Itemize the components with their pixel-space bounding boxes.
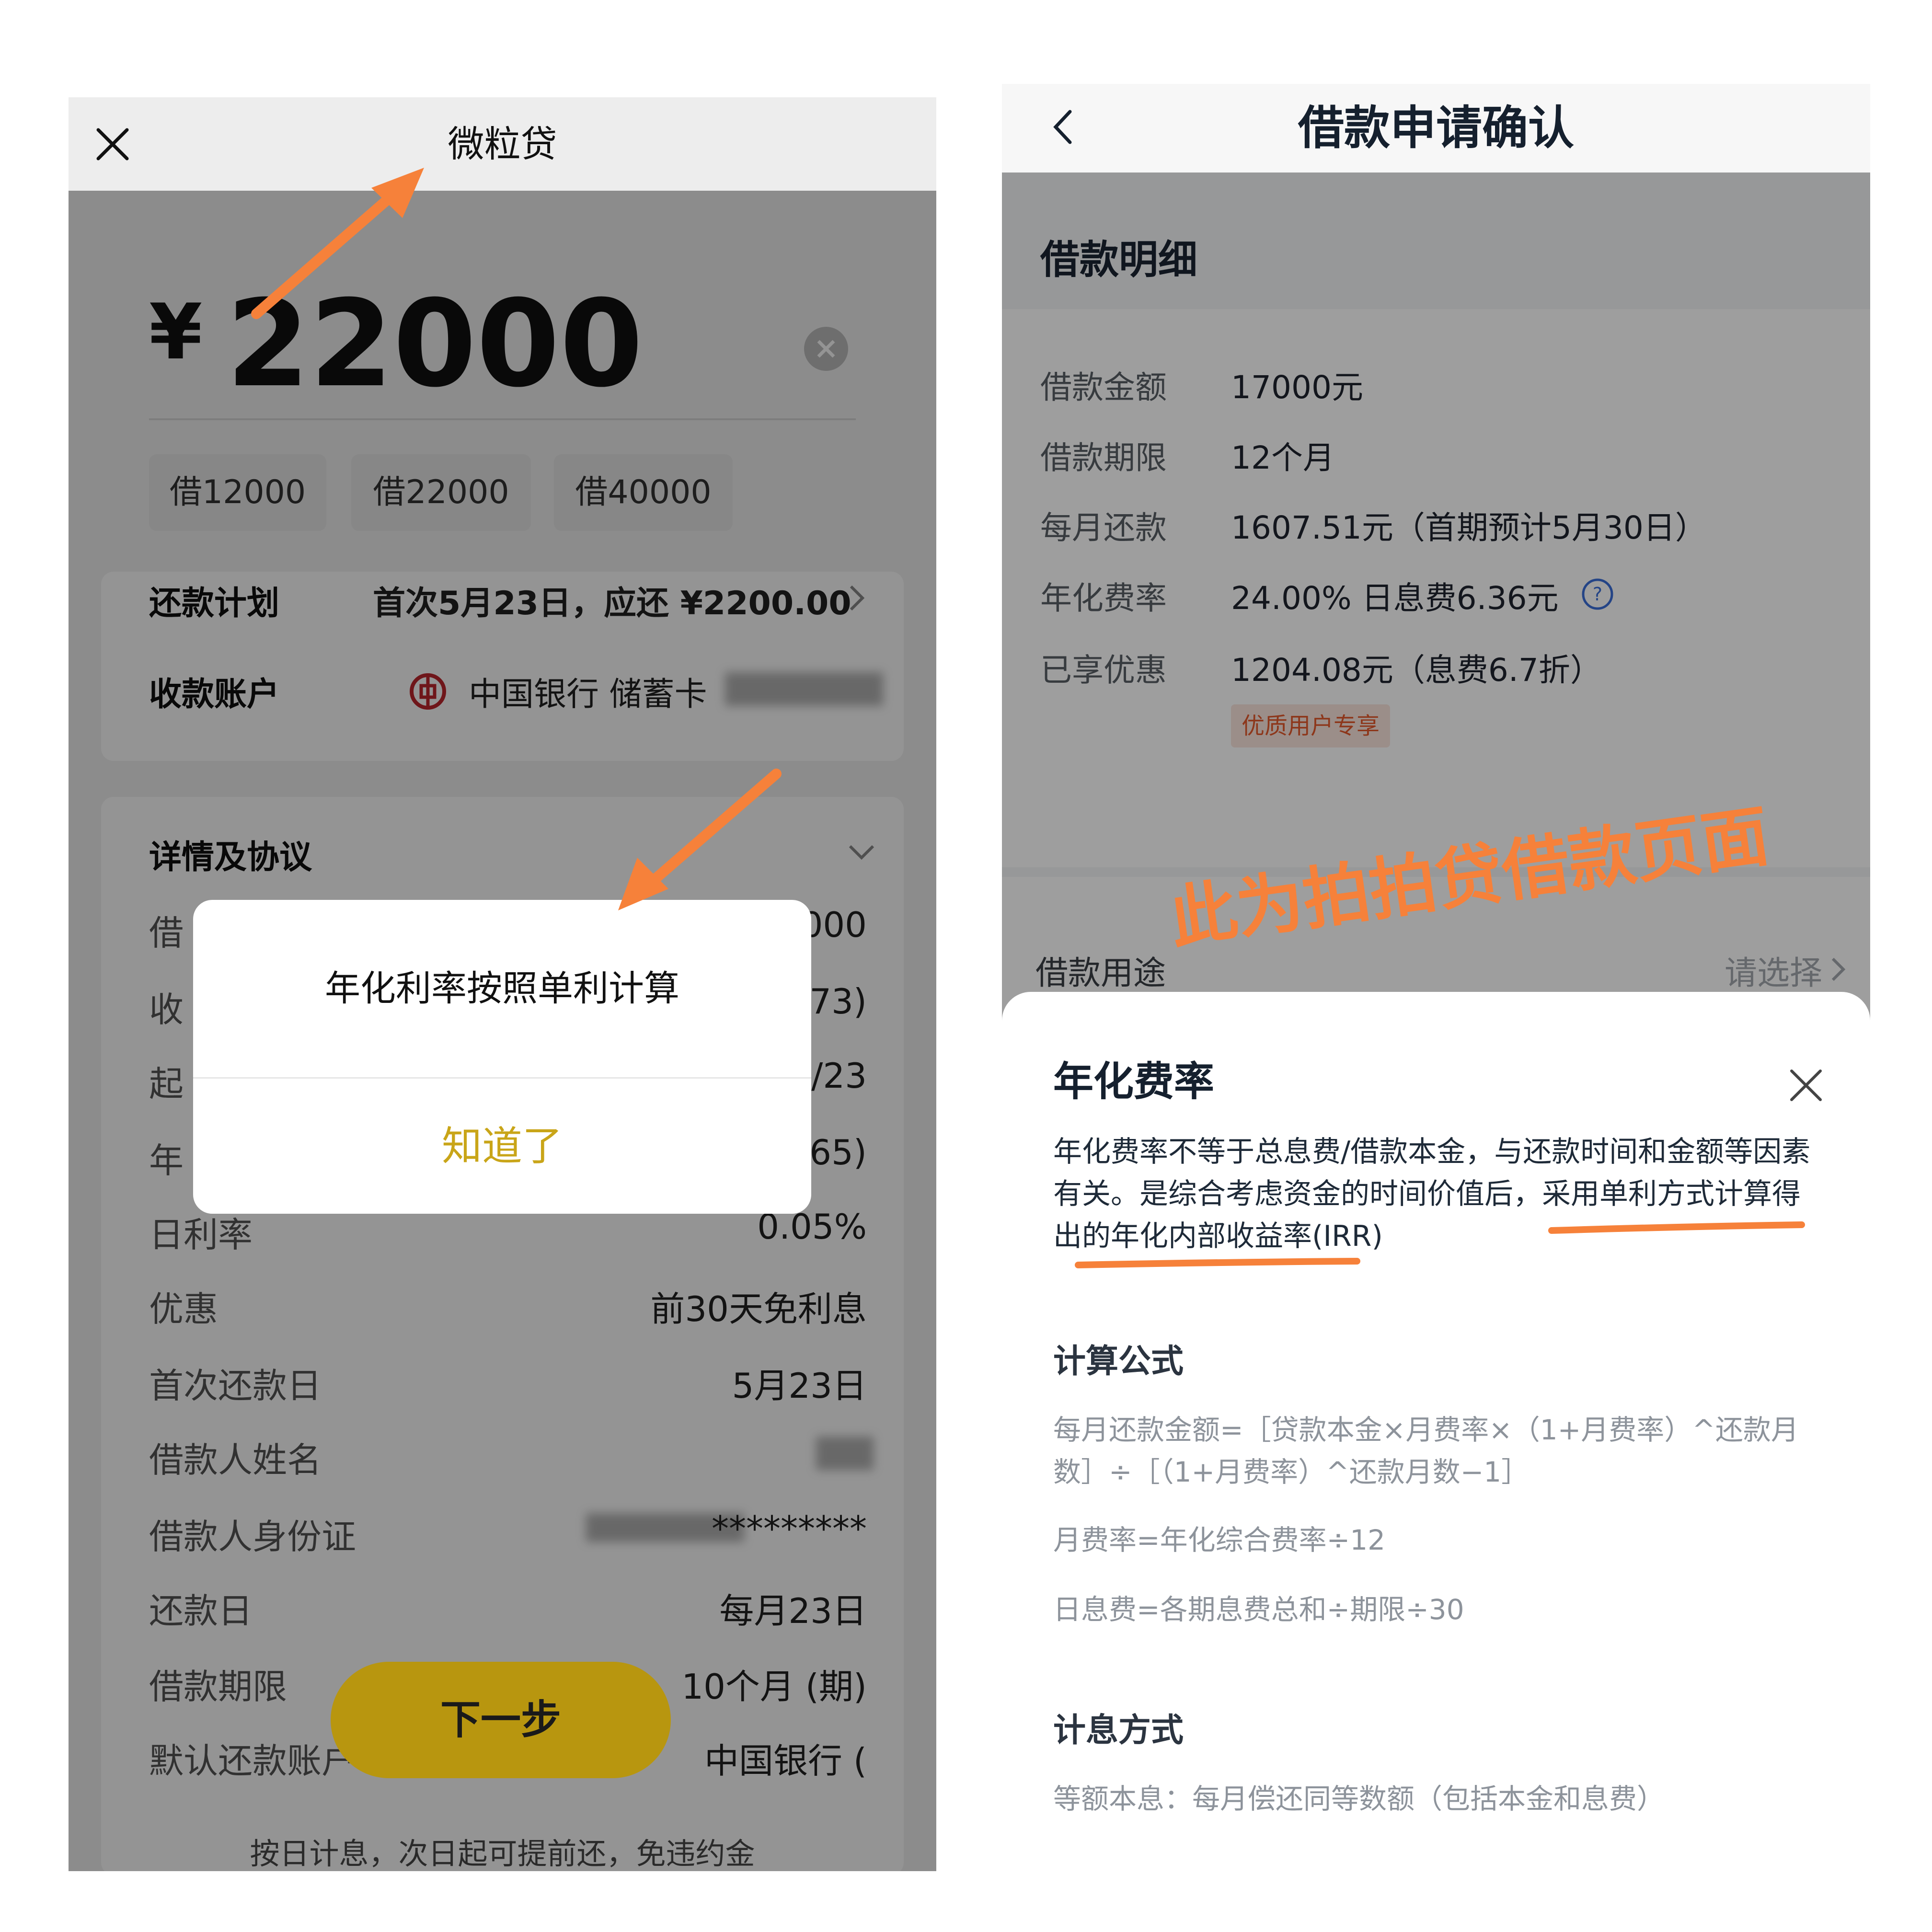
annotation-arrow <box>251 168 424 319</box>
annotation-underline <box>1548 1221 1805 1234</box>
annotation-arrow <box>618 769 782 910</box>
annotation-underline <box>1075 1258 1360 1268</box>
annotation-overlay <box>251 168 1805 1268</box>
